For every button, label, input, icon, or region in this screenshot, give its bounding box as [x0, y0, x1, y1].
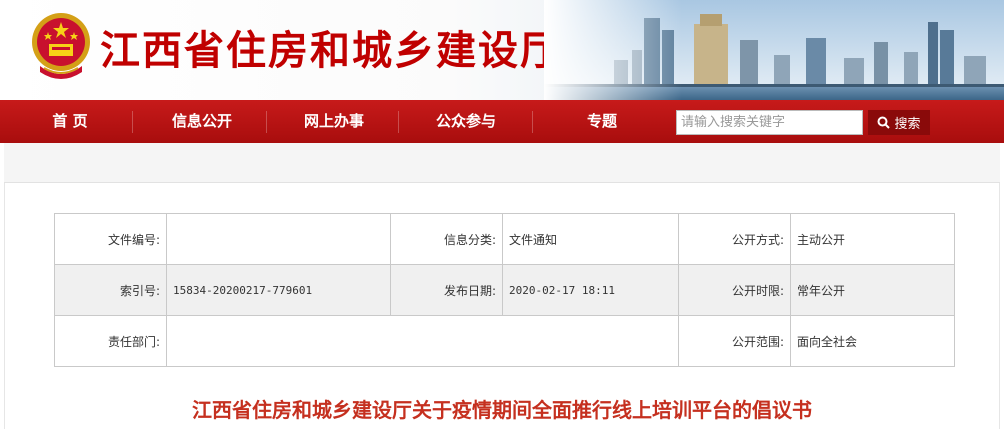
department-value	[166, 315, 679, 367]
disclosure-scope-label: 公开范围:	[678, 315, 791, 367]
article-title: 江西省住房和城乡建设厅关于疫情期间全面推行线上培训平台的倡议书	[192, 398, 812, 422]
doc-number-value	[166, 213, 391, 265]
document-meta-table: 文件编号: 信息分类: 文件通知 公开方式: 主动公开 索引号: 15834-2…	[54, 213, 955, 367]
disclosure-scope-value: 面向全社会	[790, 315, 955, 367]
index-label: 索引号:	[54, 264, 167, 316]
disclosure-method-value: 主动公开	[790, 213, 955, 265]
national-emblem-icon[interactable]	[30, 10, 92, 82]
nav-item-info-disclosure[interactable]: 信息公开	[160, 100, 244, 143]
nav-item-home[interactable]: 首 页	[40, 100, 100, 143]
nav-divider	[398, 111, 399, 133]
search-icon	[877, 116, 891, 129]
disclosure-time-value: 常年公开	[790, 264, 955, 316]
category-value: 文件通知	[502, 213, 679, 265]
search-button-label: 搜索	[894, 117, 921, 132]
table-row: 索引号: 15834-20200217-779601 发布日期: 2020-02…	[54, 264, 955, 316]
disclosure-time-label: 公开时限:	[678, 264, 791, 316]
search-button[interactable]: 搜索	[868, 110, 930, 135]
department-label: 责任部门:	[54, 315, 167, 367]
site-title[interactable]: 江西省住房和城乡建设厅	[100, 18, 562, 76]
category-label: 信息分类:	[390, 213, 503, 265]
cityscape-banner	[544, 0, 1004, 100]
nav-divider	[266, 111, 267, 133]
nav-item-topics[interactable]: 专题	[572, 100, 632, 143]
nav-item-public-participation[interactable]: 公众参与	[424, 100, 508, 143]
publish-date-label: 发布日期:	[390, 264, 503, 316]
site-header: 江西省住房和城乡建设厅	[0, 0, 1004, 100]
publish-date-value: 2020-02-17 18:11	[502, 264, 679, 316]
nav-item-online-services[interactable]: 网上办事	[292, 100, 376, 143]
nav-divider	[532, 111, 533, 133]
nav-divider	[132, 111, 133, 133]
search-input[interactable]	[676, 110, 863, 135]
index-value: 15834-20200217-779601	[166, 264, 391, 316]
breadcrumb-strip	[4, 143, 1000, 183]
disclosure-method-label: 公开方式:	[678, 213, 791, 265]
table-row: 文件编号: 信息分类: 文件通知 公开方式: 主动公开	[54, 213, 955, 265]
table-row: 责任部门: 公开范围: 面向全社会	[54, 315, 955, 367]
doc-number-label: 文件编号:	[54, 213, 167, 265]
